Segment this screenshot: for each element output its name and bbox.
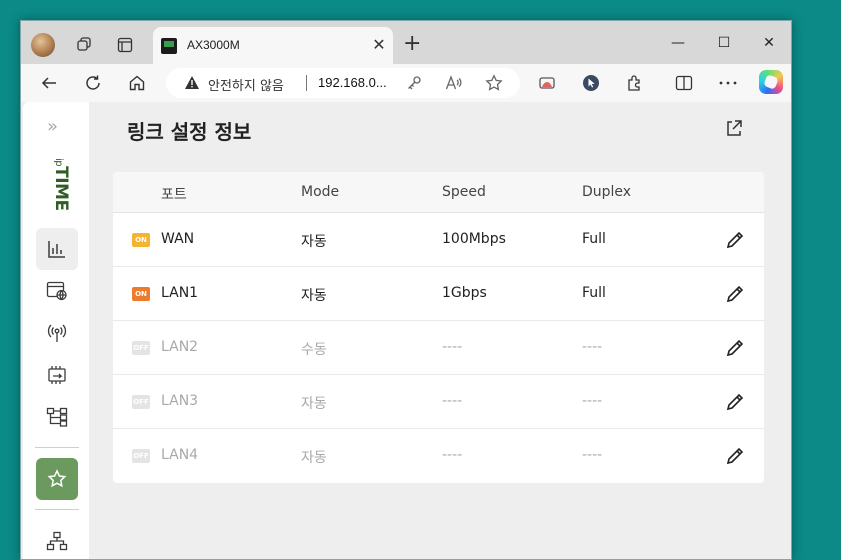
sidebar: » ipTIME [23, 102, 89, 559]
table-row: ON WAN 자동 100Mbps Full [113, 213, 764, 267]
edit-pencil-icon[interactable] [723, 444, 747, 468]
port-name: LAN3 [161, 393, 199, 409]
copilot-icon[interactable] [759, 70, 783, 94]
browser-window: AX3000M ✕ + — ☐ ✕ 안전하지 않음 192.168.0... »… [20, 20, 792, 560]
table-row: ON LAN1 자동 1Gbps Full [113, 267, 764, 321]
iptime-logo: ipTIME [51, 158, 71, 211]
back-icon[interactable] [36, 70, 62, 96]
port-status-badge: OFF [132, 395, 150, 409]
port-speed: ---- [442, 447, 463, 463]
port-mode: 자동 [301, 288, 327, 304]
more-menu-icon[interactable] [715, 70, 741, 96]
page-content: » ipTIME 링크 설정 정보 포트 Mode Speed Duplex O… [21, 102, 791, 559]
tab-title: AX3000M [187, 38, 240, 52]
hardware-icon[interactable] [36, 354, 78, 396]
port-name: LAN1 [161, 285, 199, 301]
port-duplex: Full [582, 231, 606, 247]
port-speed: ---- [442, 393, 463, 409]
link-settings-table: 포트 Mode Speed Duplex ON WAN 자동 100Mbps F… [113, 172, 764, 483]
header-port: 포트 [161, 187, 187, 203]
port-name: LAN4 [161, 447, 199, 463]
port-mode: 자동 [301, 450, 327, 466]
cursor-extension-icon[interactable] [578, 70, 604, 96]
sidebar-divider-2 [35, 509, 79, 510]
web-icon[interactable] [36, 270, 78, 312]
expand-icon[interactable]: » [47, 116, 58, 137]
port-speed: 100Mbps [442, 231, 506, 247]
tab-active[interactable]: AX3000M ✕ [153, 27, 393, 64]
page-title: 링크 설정 정보 [127, 120, 252, 144]
new-tab-icon[interactable]: + [403, 33, 421, 55]
port-status-badge: ON [132, 287, 150, 301]
table-header: 포트 Mode Speed Duplex [113, 172, 764, 213]
topology-icon[interactable] [36, 520, 78, 559]
address-separator [306, 75, 307, 91]
minimize-button[interactable]: — [663, 31, 693, 55]
port-speed: 1Gbps [442, 285, 487, 301]
port-name: WAN [161, 231, 195, 247]
edit-pencil-icon[interactable] [723, 282, 747, 306]
security-label[interactable]: 안전하지 않음 [208, 75, 284, 94]
port-status-badge: ON [132, 233, 150, 247]
workspaces-icon[interactable] [73, 33, 97, 57]
edit-pencil-icon[interactable] [723, 390, 747, 414]
table-row: OFF LAN3 자동 ---- ---- [113, 375, 764, 429]
favorites-star-icon[interactable] [36, 458, 78, 500]
port-mode: 수동 [301, 342, 327, 358]
favorite-star-icon[interactable] [484, 73, 504, 93]
url-text[interactable]: 192.168.0... [318, 75, 387, 90]
router-favicon-icon [161, 38, 177, 54]
header-speed: Speed [442, 184, 486, 200]
header-duplex: Duplex [582, 184, 632, 200]
port-name: LAN2 [161, 339, 199, 355]
port-duplex: ---- [582, 447, 603, 463]
tab-actions-icon[interactable] [113, 33, 137, 57]
chart-icon[interactable] [36, 228, 78, 270]
extensions-icon[interactable] [622, 70, 648, 96]
port-mode: 자동 [301, 396, 327, 412]
port-duplex: ---- [582, 393, 603, 409]
address-bar[interactable]: 안전하지 않음 192.168.0... [166, 68, 520, 98]
export-icon[interactable] [725, 119, 743, 141]
refresh-icon[interactable] [80, 70, 106, 96]
tab-close-icon[interactable]: ✕ [369, 35, 389, 55]
address-toolbar: 안전하지 않음 192.168.0... [21, 64, 791, 102]
edit-pencil-icon[interactable] [723, 228, 747, 252]
home-icon[interactable] [124, 70, 150, 96]
key-icon[interactable] [404, 73, 424, 93]
warning-icon[interactable] [184, 75, 200, 94]
split-screen-icon[interactable] [671, 70, 697, 96]
port-duplex: ---- [582, 339, 603, 355]
profile-avatar[interactable] [31, 33, 55, 57]
table-row: OFF LAN4 자동 ---- ---- [113, 429, 764, 483]
close-button[interactable]: ✕ [754, 31, 784, 55]
wireless-icon[interactable] [36, 312, 78, 354]
port-speed: ---- [442, 339, 463, 355]
edit-pencil-icon[interactable] [723, 336, 747, 360]
header-mode: Mode [301, 184, 340, 200]
tab-strip: AX3000M ✕ + — ☐ ✕ [21, 21, 791, 64]
port-status-badge: OFF [132, 449, 150, 463]
read-aloud-icon[interactable] [444, 73, 464, 93]
port-mode: 자동 [301, 234, 327, 250]
sidebar-divider [35, 447, 79, 448]
network-tree-icon[interactable] [36, 396, 78, 438]
port-duplex: Full [582, 285, 606, 301]
table-row: OFF LAN2 수동 ---- ---- [113, 321, 764, 375]
collections-icon[interactable] [534, 70, 560, 96]
main-panel: 링크 설정 정보 포트 Mode Speed Duplex ON WAN 자동 … [89, 102, 791, 559]
maximize-button[interactable]: ☐ [709, 31, 739, 55]
port-status-badge: OFF [132, 341, 150, 355]
